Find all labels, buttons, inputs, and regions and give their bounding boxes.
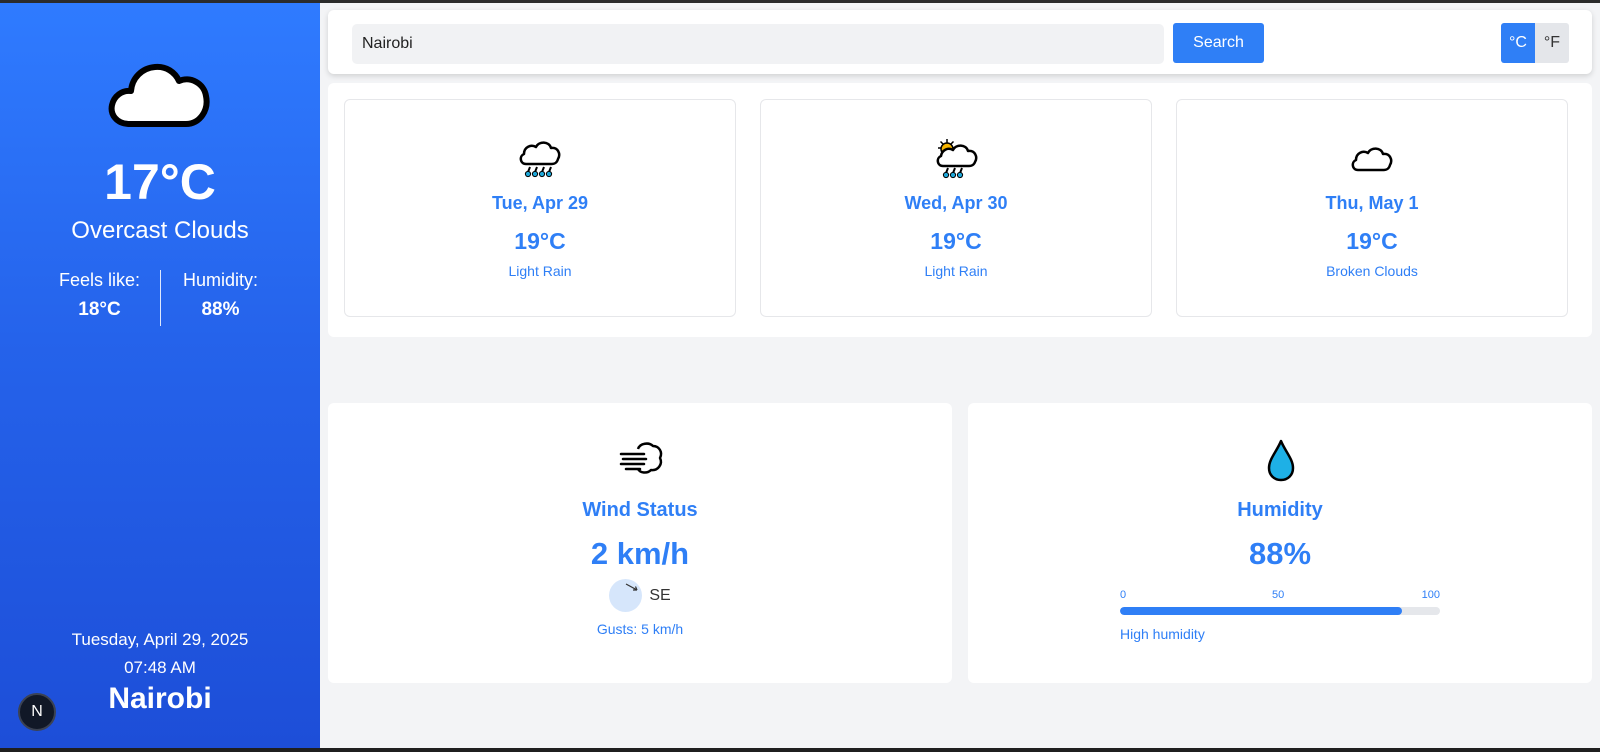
feels-like-block: Feels like: 18°C — [45, 270, 155, 326]
wind-speed: 2 km/h — [590, 536, 690, 571]
forecast-temp: 19°C — [930, 228, 982, 254]
forecast-date: Wed, Apr 30 — [904, 193, 1008, 213]
humidity-note: High humidity — [1120, 626, 1205, 642]
direction-arrow-icon — [626, 583, 638, 591]
current-time: 07:48 AM — [124, 658, 196, 677]
scale-max: 100 — [1421, 589, 1440, 601]
water-drop-icon — [1267, 439, 1295, 482]
nextjs-dev-badge[interactable]: N — [18, 693, 56, 731]
window-bottom-edge — [0, 748, 1600, 752]
rain-cloud-icon — [519, 141, 561, 178]
search-button[interactable]: Search — [1173, 23, 1264, 63]
compass-icon — [609, 579, 643, 612]
current-temperature: 17°C — [104, 154, 216, 210]
forecast-day-card: Tue, Apr 29 19°C Light Rain — [344, 99, 736, 317]
details-divider — [159, 270, 161, 326]
humidity-card: Humidity 88% 0 50 100 High humidity — [968, 403, 1592, 683]
humidity-progress-track — [1120, 607, 1440, 615]
current-date: Tuesday, April 29, 2025 — [71, 630, 249, 649]
cloud-icon — [108, 63, 210, 127]
forecast-date: Tue, Apr 29 — [491, 193, 589, 213]
wind-icon — [619, 442, 663, 474]
forecast-day-card: Wed, Apr 30 19°C Light Rain — [760, 99, 1152, 317]
humidity-percent: 88% — [1248, 536, 1312, 571]
wind-status-card: Wind Status 2 km/h SE Gusts: 5 km/h — [328, 403, 952, 683]
celsius-toggle[interactable]: °C — [1501, 23, 1535, 63]
scale-min: 0 — [1120, 589, 1127, 601]
forecast-desc: Light Rain — [924, 263, 988, 279]
wind-title: Wind Status — [582, 499, 698, 521]
current-details: Feels like: 18°C Humidity: 88% — [0, 270, 320, 326]
forecast-desc: Broken Clouds — [1326, 263, 1418, 279]
forecast-temp: 19°C — [1346, 228, 1398, 254]
feels-like-value: 18°C — [78, 299, 121, 320]
forecast-panel: Tue, Apr 29 19°C Light Rain Wed, Apr 30 … — [328, 83, 1592, 337]
forecast-day-card: Thu, May 1 19°C Broken Clouds — [1176, 99, 1568, 317]
humidity-title: Humidity — [1237, 499, 1323, 521]
scale-mid: 50 — [1272, 589, 1285, 601]
humidity-block: Humidity: 88% — [166, 270, 276, 326]
forecast-desc: Light Rain — [508, 263, 572, 279]
cloud-icon — [1351, 147, 1393, 172]
forecast-date: Thu, May 1 — [1325, 193, 1419, 213]
fahrenheit-toggle[interactable]: °F — [1535, 23, 1569, 63]
current-weather-sidebar: 17°C Overcast Clouds Feels like: 18°C Hu… — [0, 3, 320, 748]
city-search-input[interactable] — [352, 24, 1164, 64]
wind-direction: SE — [649, 586, 671, 604]
wind-direction-row: SE — [328, 579, 952, 612]
wind-gusts: Gusts: 5 km/h — [596, 621, 684, 637]
humidity-value: 88% — [201, 299, 240, 320]
forecast-temp: 19°C — [514, 228, 566, 254]
humidity-label: Humidity: — [182, 270, 258, 290]
feels-like-label: Feels like: — [58, 270, 141, 290]
current-description: Overcast Clouds — [71, 217, 249, 244]
humidity-progress-fill — [1120, 607, 1402, 615]
search-bar: Search °C °F — [328, 10, 1592, 74]
sun-rain-cloud-icon — [936, 139, 978, 179]
